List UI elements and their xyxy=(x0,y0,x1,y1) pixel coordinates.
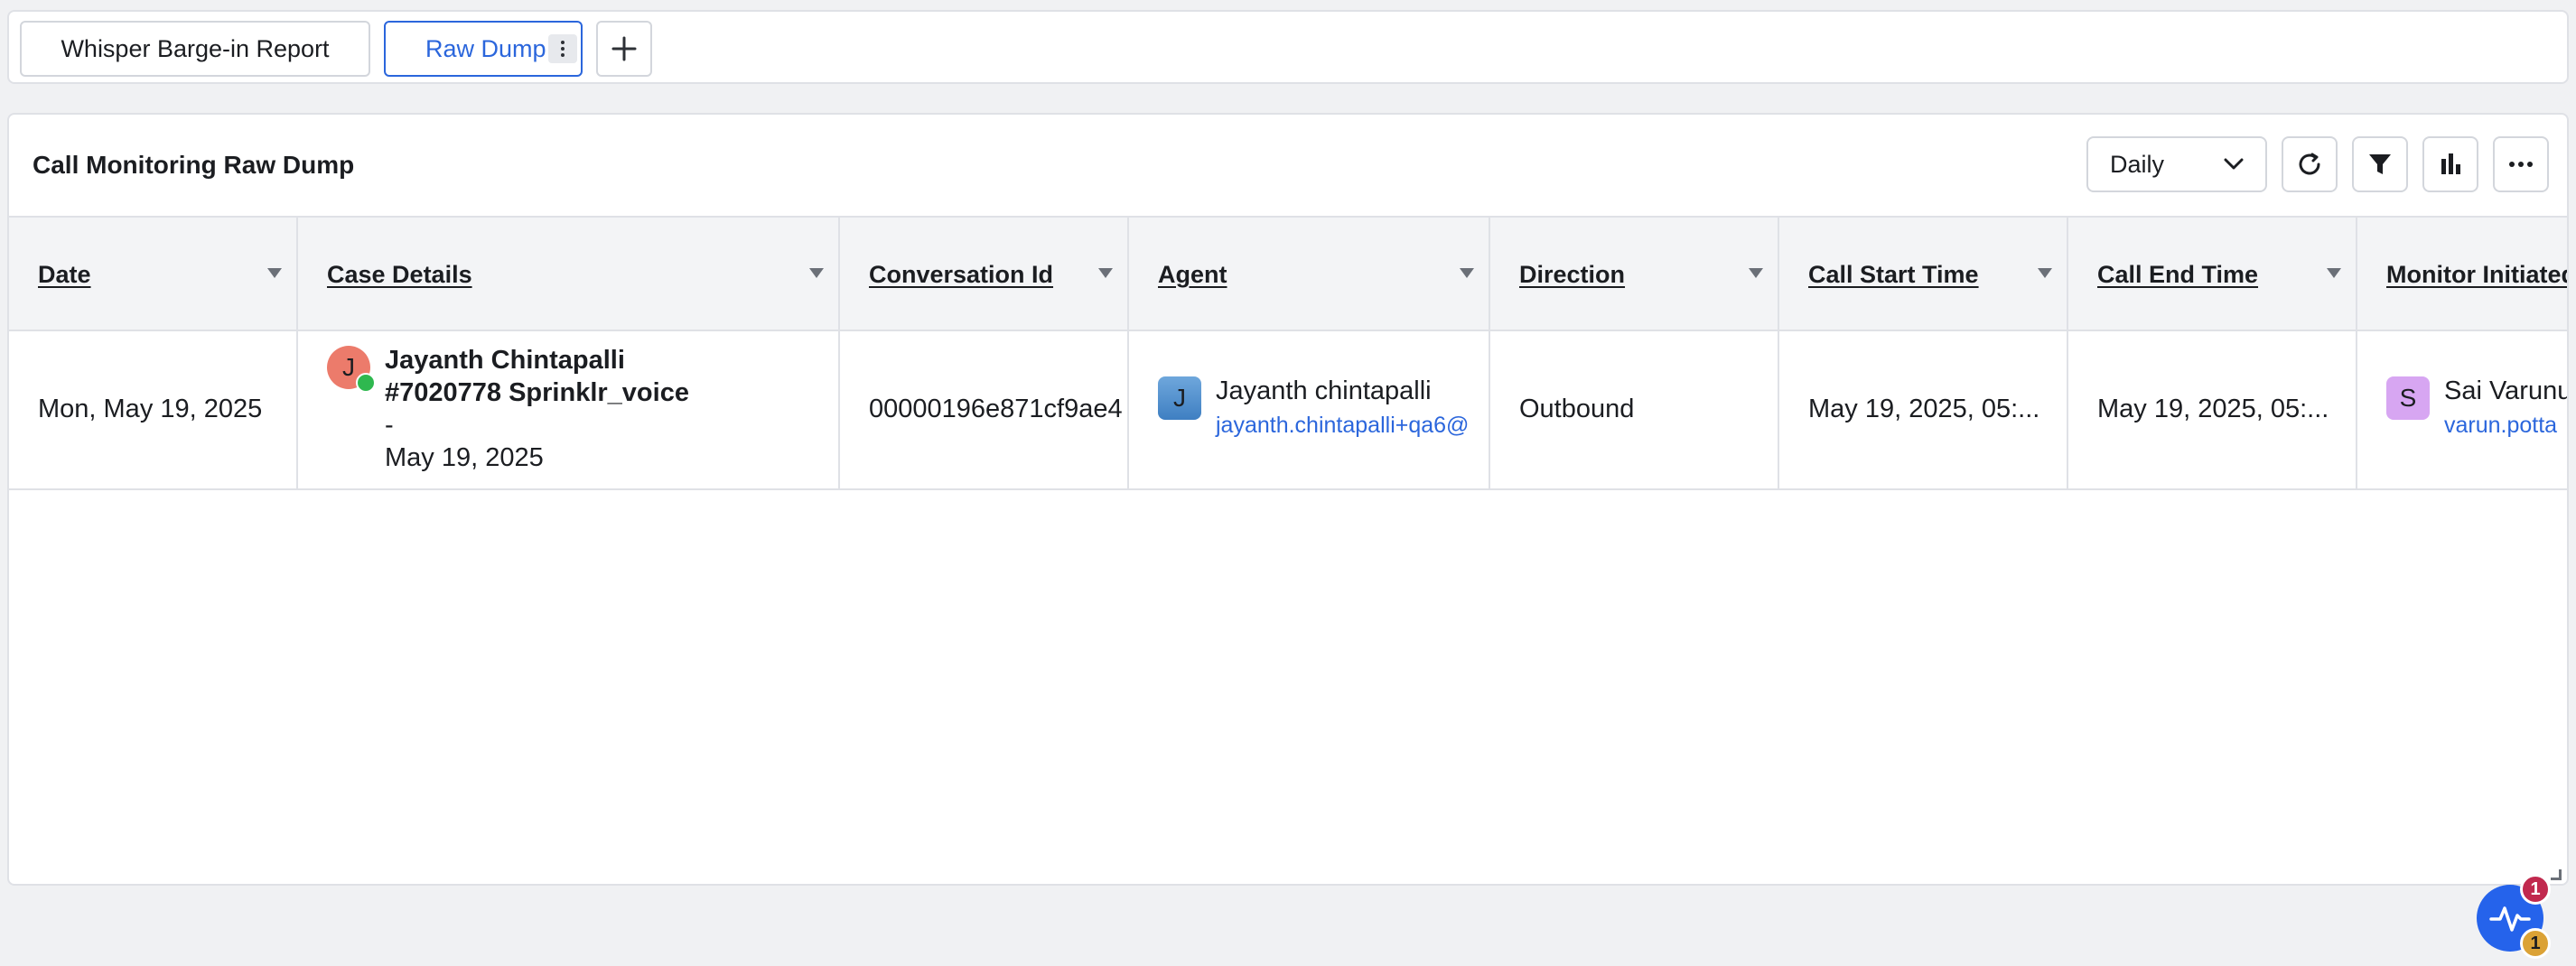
cell-case-details[interactable]: J Jayanth Chintapalli #7020778 Sprinklr_… xyxy=(298,331,840,488)
direction-value: Outbound xyxy=(1519,395,1635,423)
tab-whisper-barge-in-report[interactable]: Whisper Barge-in Report xyxy=(20,21,370,77)
date-value: Mon, May 19, 2025 xyxy=(38,395,263,423)
cell-monitor-initiated: S Sai Varunu varun.potta xyxy=(2357,331,2569,488)
plus-icon xyxy=(611,36,637,61)
cell-call-end-time: May 19, 2025, 05:... xyxy=(2068,331,2357,488)
table-header: Date Case Details Conversation Id Agent … xyxy=(9,216,2567,331)
bar-chart-icon xyxy=(2441,153,2460,174)
cell-conversation-id: 00000196e871cf9ae4 xyxy=(840,331,1129,488)
monitor-avatar: S xyxy=(2386,376,2430,420)
column-header-case-details[interactable]: Case Details xyxy=(298,218,840,330)
period-select[interactable]: Daily xyxy=(2086,136,2267,192)
period-select-value: Daily xyxy=(2110,150,2165,178)
column-header-label: Conversation Id xyxy=(869,261,1054,288)
alert-count-badge: 1 xyxy=(2520,928,2551,959)
cell-date: Mon, May 19, 2025 xyxy=(9,331,298,488)
column-header-label: Direction xyxy=(1519,261,1626,288)
column-header-label: Monitor Initiated xyxy=(2386,261,2569,288)
sort-caret-icon[interactable] xyxy=(1460,268,1474,278)
raw-dump-panel: Call Monitoring Raw Dump Daily Date Case… xyxy=(7,113,2569,886)
sort-caret-icon[interactable] xyxy=(1749,268,1763,278)
tab-raw-dump[interactable]: Raw Dump xyxy=(384,21,583,77)
phone-channel-icon xyxy=(356,373,376,393)
resize-handle-icon[interactable] xyxy=(2551,869,2562,880)
column-header-label: Date xyxy=(38,261,91,288)
column-header-label: Call End Time xyxy=(2097,261,2259,288)
sort-caret-icon[interactable] xyxy=(2038,268,2052,278)
case-number-channel: #7020778 Sprinklr_voice xyxy=(385,378,689,407)
case-date: May 19, 2025 xyxy=(385,443,544,472)
column-header-label: Case Details xyxy=(327,261,472,288)
notification-count-badge: 1 xyxy=(2520,874,2551,905)
column-header-label: Call Start Time xyxy=(1808,261,1979,288)
column-header-direction[interactable]: Direction xyxy=(1490,218,1779,330)
monitor-name: Sai Varunu xyxy=(2444,376,2569,405)
case-customer-name: Jayanth Chintapalli xyxy=(385,346,625,375)
panel-toolbar: Daily xyxy=(2086,136,2549,192)
report-tab-bar: Whisper Barge-in Report Raw Dump xyxy=(7,10,2569,84)
more-horizontal-icon xyxy=(2509,162,2533,167)
sort-caret-icon[interactable] xyxy=(1098,268,1113,278)
filter-button[interactable] xyxy=(2352,136,2408,192)
column-header-call-start-time[interactable]: Call Start Time xyxy=(1779,218,2068,330)
tab-label: Raw Dump xyxy=(425,34,546,62)
chart-button[interactable] xyxy=(2422,136,2478,192)
filter-icon xyxy=(2369,154,2391,174)
column-header-conversation-id[interactable]: Conversation Id xyxy=(840,218,1129,330)
cell-call-start-time: May 19, 2025, 05:... xyxy=(1779,331,2068,488)
chevron-down-icon xyxy=(2224,158,2244,170)
cell-direction: Outbound xyxy=(1490,331,1779,488)
sort-caret-icon[interactable] xyxy=(809,268,824,278)
agent-avatar: J xyxy=(1158,376,1201,420)
column-header-date[interactable]: Date xyxy=(9,218,298,330)
more-options-button[interactable] xyxy=(2493,136,2549,192)
tab-label: Whisper Barge-in Report xyxy=(61,34,330,62)
agent-email-link[interactable]: jayanth.chintapalli+qa6@ xyxy=(1216,413,1469,439)
cell-agent: J Jayanth chintapalli jayanth.chintapall… xyxy=(1129,331,1490,488)
sort-caret-icon[interactable] xyxy=(267,268,282,278)
panel-title: Call Monitoring Raw Dump xyxy=(33,151,355,179)
column-header-call-end-time[interactable]: Call End Time xyxy=(2068,218,2357,330)
agent-name: Jayanth chintapalli xyxy=(1216,376,1432,405)
conversation-id-value: 00000196e871cf9ae4 xyxy=(869,395,1123,423)
sort-caret-icon[interactable] xyxy=(2327,268,2341,278)
column-header-label: Agent xyxy=(1158,261,1227,288)
case-summary[interactable]: Jayanth Chintapalli #7020778 Sprinklr_vo… xyxy=(385,344,689,474)
add-tab-button[interactable] xyxy=(596,21,652,77)
call-start-value: May 19, 2025, 05:... xyxy=(1808,395,2040,423)
call-end-value: May 19, 2025, 05:... xyxy=(2097,395,2329,423)
case-separator: - xyxy=(385,411,394,440)
monitor-email-link[interactable]: varun.potta xyxy=(2444,413,2557,439)
column-header-monitor-initiated[interactable]: Monitor Initiated xyxy=(2357,218,2569,330)
vertical-dots-icon[interactable] xyxy=(548,34,577,63)
column-header-agent[interactable]: Agent xyxy=(1129,218,1490,330)
refresh-button[interactable] xyxy=(2282,136,2338,192)
activity-pulse-icon xyxy=(2489,906,2531,932)
refresh-icon xyxy=(2299,153,2320,175)
table-row[interactable]: Mon, May 19, 2025 J Jayanth Chintapalli … xyxy=(9,331,2567,490)
